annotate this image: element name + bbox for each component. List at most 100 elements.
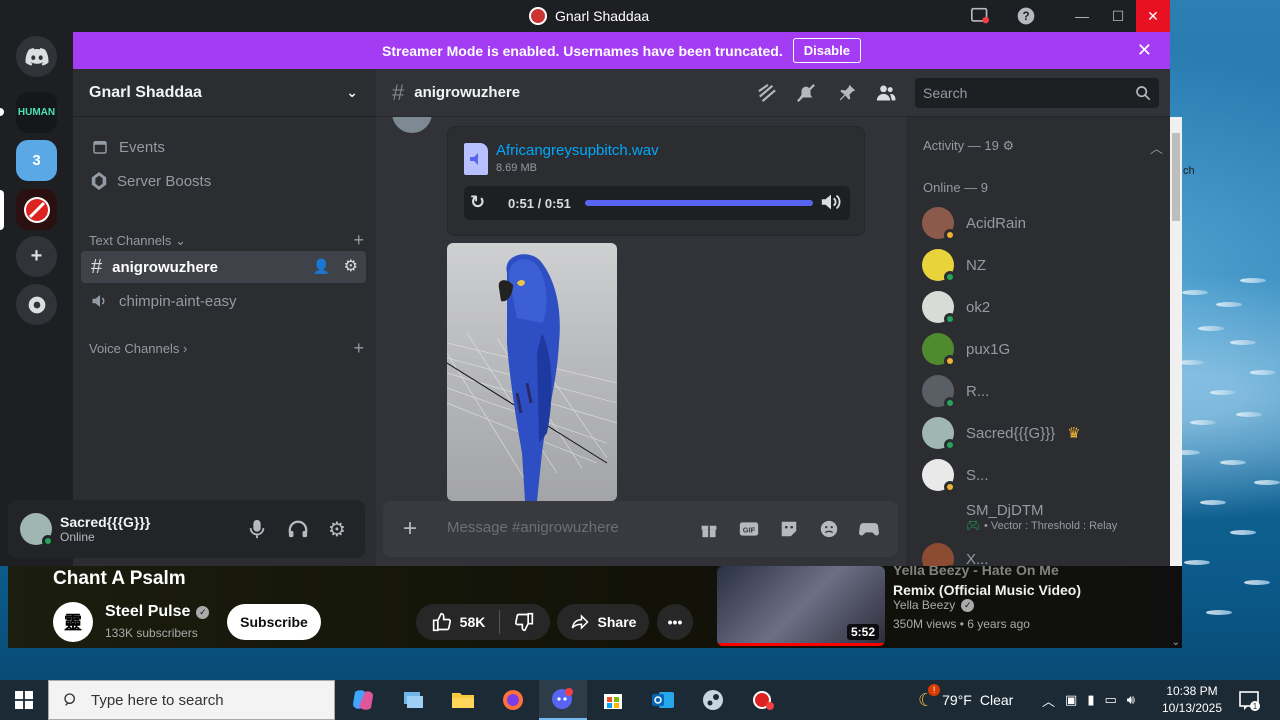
status-icon: [944, 271, 956, 283]
server-gnarl-shaddaa[interactable]: [16, 189, 57, 230]
speaker-icon: [92, 295, 105, 307]
subscribe-button[interactable]: Subscribe: [227, 604, 321, 640]
server-boosts-link[interactable]: Server Boosts: [81, 165, 366, 197]
related-channel[interactable]: Yella Beezy ✓: [893, 598, 975, 612]
channel-name[interactable]: Steel Pulse ✓: [105, 603, 210, 621]
maximize-button[interactable]: ☐: [1100, 0, 1136, 32]
add-server-button[interactable]: +: [16, 236, 57, 277]
steam-icon[interactable]: [689, 680, 737, 720]
server-human[interactable]: HUMAN: [16, 92, 57, 133]
close-banner-icon[interactable]: ✕: [1137, 40, 1152, 61]
member-activity: • Vector : Threshold : Relay: [983, 519, 1118, 532]
related-video-thumbnail[interactable]: 5:52: [717, 566, 885, 646]
member-list-icon[interactable]: [875, 83, 897, 103]
explore-servers-button[interactable]: [16, 284, 57, 325]
notification-muted-icon[interactable]: [795, 83, 817, 103]
playback-progress-bar[interactable]: [585, 200, 813, 206]
direct-messages-button[interactable]: [16, 36, 57, 77]
sticker-icon[interactable]: [778, 518, 800, 540]
gear-icon[interactable]: ⚙: [344, 256, 358, 276]
activities-gamepad-icon[interactable]: [858, 518, 880, 540]
microsoft-store-icon[interactable]: [589, 680, 637, 720]
member-row[interactable]: NZ: [922, 247, 1162, 283]
add-attachment-icon[interactable]: +: [399, 515, 421, 542]
taskbar-search-input[interactable]: Type here to search: [48, 680, 335, 720]
thumbs-down-icon[interactable]: [514, 612, 534, 632]
user-info[interactable]: Sacred{{{G}}} Online: [60, 514, 150, 544]
like-dislike-group: 58K: [416, 604, 550, 640]
channel-chimpin-aint-easy[interactable]: chimpin-aint-easy: [81, 285, 366, 317]
member-row[interactable]: X...: [922, 541, 1162, 566]
weather-widget[interactable]: ☾! 79°F Clear: [918, 680, 1013, 720]
help-icon[interactable]: ?: [1015, 6, 1037, 26]
invite-member-icon[interactable]: 👤: [313, 258, 330, 275]
member-row[interactable]: AcidRain: [922, 205, 1162, 241]
chevron-up-icon[interactable]: ︿: [1042, 691, 1055, 710]
member-name: X...: [966, 550, 989, 567]
channel-anigrowuzhere[interactable]: # anigrowuzhere 👤 ⚙: [81, 251, 366, 283]
member-row[interactable]: ok2: [922, 289, 1162, 325]
add-channel-icon[interactable]: +: [353, 338, 364, 359]
related-video-title[interactable]: Yella Beezy - Hate On Me Remix (Official …: [893, 560, 1093, 600]
message-input[interactable]: Message #anigrowuzhere: [447, 519, 619, 536]
start-button[interactable]: [0, 680, 48, 720]
member-row[interactable]: S...: [922, 457, 1162, 493]
firefox-icon[interactable]: [489, 680, 537, 720]
system-clock[interactable]: 10:38 PM 10/13/2025: [1160, 683, 1224, 717]
inbox-icon[interactable]: [969, 6, 991, 26]
close-window-button[interactable]: ✕: [1136, 0, 1170, 32]
add-channel-icon[interactable]: +: [353, 230, 364, 251]
gift-icon[interactable]: [698, 518, 720, 540]
like-button[interactable]: 58K: [432, 612, 485, 632]
microphone-icon[interactable]: [248, 519, 266, 544]
volume-icon[interactable]: [820, 192, 842, 215]
copilot-icon[interactable]: [339, 680, 387, 720]
server-header[interactable]: Gnarl Shaddaa ⌄: [73, 69, 376, 117]
member-name: R...: [966, 382, 990, 400]
avatar: [922, 375, 956, 409]
pin-icon[interactable]: [836, 83, 858, 103]
emoji-icon[interactable]: [818, 518, 840, 540]
file-explorer-icon[interactable]: [439, 680, 487, 720]
disable-streamer-mode-button[interactable]: Disable: [792, 38, 861, 63]
gif-icon[interactable]: GIF: [738, 518, 760, 540]
notifications-button[interactable]: 1: [1238, 680, 1260, 720]
user-settings-gear-icon[interactable]: ⚙: [328, 517, 346, 542]
threads-icon[interactable]: [756, 83, 778, 103]
text-channels-category[interactable]: Text Channels ⌄ +: [89, 230, 364, 251]
message-composer[interactable]: + Message #anigrowuzhere GIF: [383, 501, 898, 557]
events-link[interactable]: Events: [81, 131, 366, 163]
activity-header[interactable]: Activity — 19 ⚙ ︿: [923, 138, 1163, 157]
member-row[interactable]: R...: [922, 373, 1162, 409]
attachment-filename[interactable]: Africangreysupbitch.wav: [496, 142, 659, 159]
online-header: Online — 9: [923, 180, 989, 195]
member-list-scrollbar[interactable]: [1170, 117, 1182, 566]
member-row[interactable]: Sacred{{{G}}} ♛: [922, 415, 1162, 451]
replay-icon[interactable]: ↻: [470, 192, 485, 213]
avatar: [922, 333, 956, 367]
gnarl-shaddaa-taskbar-icon[interactable]: [739, 680, 787, 720]
task-view-icon[interactable]: [389, 680, 437, 720]
outlook-icon[interactable]: [639, 680, 687, 720]
title-bar[interactable]: Gnarl Shaddaa ? — ☐ ✕: [0, 0, 1170, 32]
share-button[interactable]: Share: [557, 604, 649, 640]
headphones-icon[interactable]: [288, 519, 308, 544]
volume-icon[interactable]: 🔊︎: [1127, 692, 1135, 708]
usb-icon[interactable]: ▮: [1087, 692, 1094, 708]
voice-channels-category[interactable]: Voice Channels › +: [89, 338, 364, 359]
search-input[interactable]: Search: [915, 78, 1159, 108]
user-panel: Sacred{{{G}}} Online ⚙: [8, 500, 365, 558]
member-row[interactable]: pux1G: [922, 331, 1162, 367]
channel-avatar[interactable]: 靈: [53, 602, 93, 642]
meet-now-icon[interactable]: ▣: [1065, 692, 1077, 708]
server-3-max[interactable]: 3: [16, 140, 57, 181]
scrollbar-thumb[interactable]: [1172, 133, 1180, 221]
network-icon[interactable]: ▭: [1104, 692, 1116, 708]
minimize-button[interactable]: —: [1064, 0, 1100, 32]
member-row[interactable]: SM_DjDTM 🎮︎ • Vector : Threshold : Relay: [922, 499, 1162, 535]
discord-taskbar-icon[interactable]: [539, 680, 587, 720]
more-actions-button[interactable]: •••: [657, 604, 693, 640]
scroll-down-arrow[interactable]: ⌄: [1172, 637, 1180, 648]
avatar[interactable]: [20, 513, 54, 547]
image-attachment-parrot[interactable]: [447, 243, 617, 501]
